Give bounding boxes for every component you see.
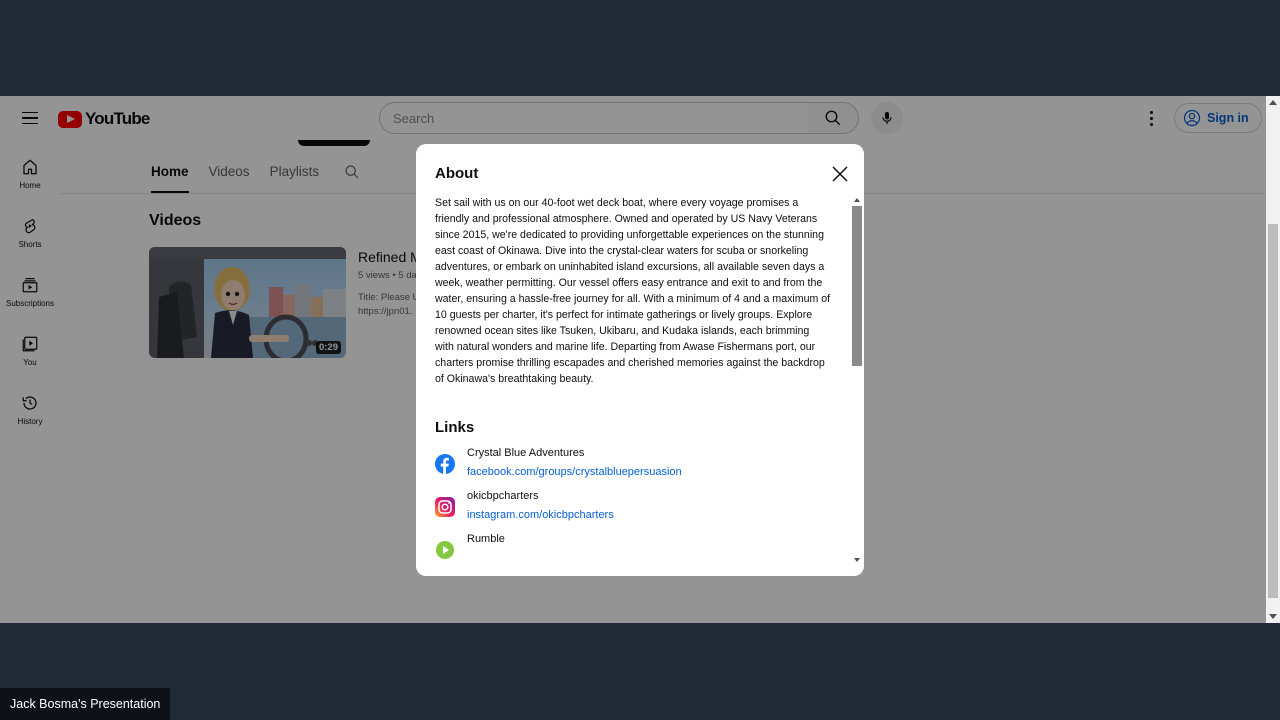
scroll-up-arrow-icon[interactable] [1269, 100, 1277, 105]
dialog-content[interactable]: Set sail with us on our 40-foot wet deck… [435, 195, 831, 576]
link-title: okicbpcharters [467, 490, 539, 502]
scroll-up-arrow-icon[interactable] [854, 198, 860, 202]
channel-description: Set sail with us on our 40-foot wet deck… [435, 197, 831, 385]
rumble-icon [436, 541, 454, 559]
instagram-icon [435, 497, 455, 517]
link-item-rumble: Rumble [435, 532, 831, 560]
close-icon [832, 166, 848, 182]
scroll-down-arrow-icon[interactable] [1269, 614, 1277, 619]
presenter-label: Jack Bosma's Presentation [0, 688, 171, 720]
page-scrollbar[interactable] [1266, 96, 1280, 623]
dialog-scrollbar[interactable] [852, 196, 862, 562]
facebook-icon [435, 454, 455, 474]
link-url[interactable]: instagram.com/okicbpcharters [467, 508, 614, 522]
link-title: Crystal Blue Adventures [467, 447, 585, 459]
close-button[interactable] [830, 164, 850, 184]
link-title: Rumble [467, 533, 505, 545]
browser-viewport: YouTube Sign in Home Shorts Subscription… [0, 96, 1280, 623]
link-item-instagram: okicbpcharters instagram.com/okicbpchart… [435, 489, 831, 522]
links-heading: Links [435, 419, 475, 436]
scrollbar-thumb[interactable] [1268, 224, 1278, 598]
scrollbar-thumb[interactable] [852, 206, 862, 366]
dialog-title: About [435, 165, 479, 182]
link-item-facebook: Crystal Blue Adventures facebook.com/gro… [435, 446, 831, 479]
about-dialog: About Set sail with us on our 40-foot we… [416, 144, 864, 576]
link-url[interactable]: facebook.com/groups/crystalbluepersuasio… [467, 465, 682, 479]
scroll-down-arrow-icon[interactable] [854, 558, 860, 562]
